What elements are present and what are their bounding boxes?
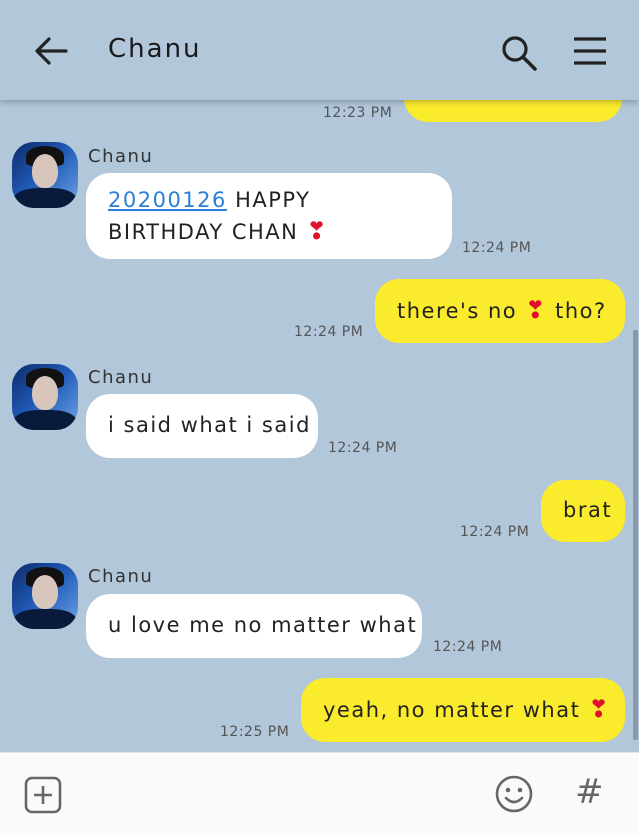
chat-title: Chanu [108, 34, 202, 64]
message-bubble-outgoing[interactable]: brat [541, 480, 625, 542]
avatar[interactable] [12, 364, 78, 430]
message-text: brat [563, 498, 613, 522]
date-link[interactable]: 20200126 [108, 188, 227, 212]
avatar[interactable] [12, 142, 78, 208]
message-time: 12:24 PM [460, 524, 530, 540]
heart-emoji: ❣ [306, 217, 329, 245]
sender-name: Chanu [88, 146, 154, 167]
message-text: i said what i said [108, 413, 311, 437]
message-time: 12:24 PM [462, 240, 532, 256]
sender-name: Chanu [88, 566, 154, 587]
chat-header: Chanu [0, 0, 639, 100]
message-time: 12:24 PM [433, 639, 503, 655]
hamburger-menu-icon[interactable] [572, 36, 608, 66]
message-text: u love me no matter what [108, 613, 418, 637]
message-bubble-outgoing[interactable]: there's no ❣ tho? [375, 279, 625, 343]
search-icon[interactable] [500, 34, 538, 72]
message-text-before: there's no [397, 299, 518, 323]
message-text: yeah, no matter what [323, 698, 581, 722]
message-bubble-incoming[interactable]: u love me no matter what [86, 594, 422, 658]
emoji-icon[interactable] [494, 774, 534, 814]
message-time: 12:24 PM [294, 324, 364, 340]
message-bubble-outgoing[interactable]: yeah, no matter what ❣ [301, 678, 625, 742]
message-bubble-incoming[interactable]: i said what i said [86, 394, 318, 458]
back-arrow-icon[interactable] [34, 36, 68, 66]
avatar[interactable] [12, 563, 78, 629]
message-bubble-incoming[interactable]: 20200126 HAPPY BIRTHDAY CHAN ❣ [86, 173, 452, 259]
scrollbar[interactable] [633, 330, 638, 740]
sender-name: Chanu [88, 367, 154, 388]
message-time: 12:23 PM [323, 105, 393, 121]
hashtag-icon[interactable]: # [575, 772, 604, 812]
heart-emoji: ❣ [588, 695, 611, 723]
heart-emoji: ❣ [525, 296, 547, 324]
input-bar [0, 752, 639, 835]
message-text-after: tho? [555, 299, 607, 323]
message-time: 12:24 PM [328, 440, 398, 456]
message-time: 12:25 PM [220, 724, 290, 740]
plus-square-icon[interactable] [24, 776, 62, 814]
